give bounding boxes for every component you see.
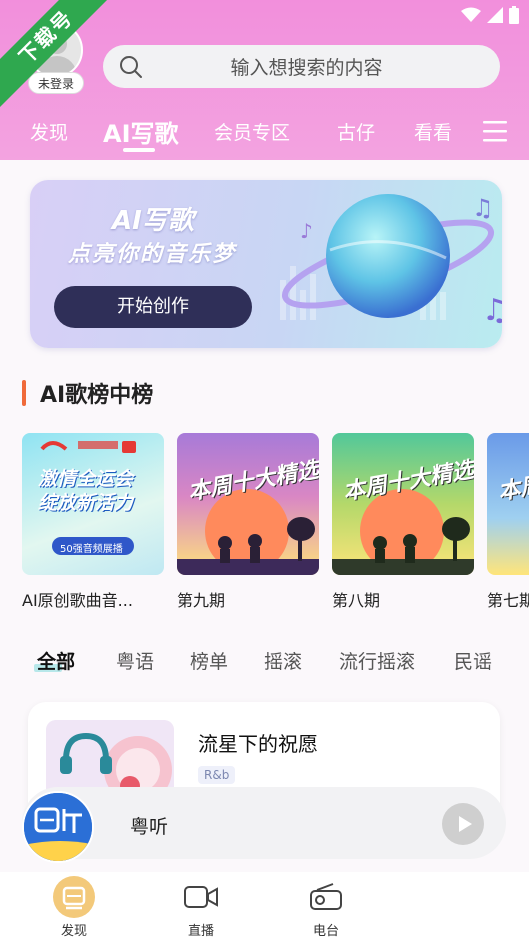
svg-text:♪: ♪ (300, 219, 313, 243)
card-cover: 激情全运会 绽放新活力 50强音频展播 (22, 433, 164, 575)
card-cover: 本周十大精选 (177, 433, 319, 575)
top-tabs: 发现 AI写歌 会员专区 古仔 看看 (0, 112, 529, 152)
genre-tab-folk[interactable]: 民谣 (454, 647, 492, 674)
svg-text:♫: ♫ (472, 194, 494, 222)
tab-ai-write-song[interactable]: AI写歌 (103, 114, 179, 149)
card-label: 第九期 (177, 591, 226, 610)
wifi-icon (461, 7, 481, 22)
card-label: AI原创歌曲音... (22, 591, 133, 610)
search-icon (120, 55, 142, 78)
song-title: 流星下的祝愿 (198, 732, 318, 756)
bottom-nav: 发现 直播 电台 (0, 872, 529, 942)
nav-discover[interactable]: 发现 (44, 876, 104, 939)
song-genre-tag: R&b (198, 766, 236, 784)
play-icon (459, 816, 472, 832)
section-header: AI歌榜中榜 (22, 378, 153, 408)
ai-write-banner[interactable]: ♫ ♪ ♫ AI写歌 点亮你的音乐梦 开始创作 (30, 180, 502, 348)
yueting-logo-icon (24, 793, 92, 861)
svg-text:♫: ♫ (482, 293, 502, 328)
search-input[interactable]: 输入想搜索的内容 (103, 45, 500, 88)
login-status-label[interactable]: 未登录 (28, 72, 84, 94)
card-label: 第八期 (332, 591, 381, 610)
genre-tab-charts[interactable]: 榜单 (190, 647, 228, 674)
chart-card[interactable]: 本周十大精选 第七期 (487, 433, 529, 611)
station-logo (22, 791, 94, 863)
card-cover-text: 本周十大精选 (496, 457, 529, 506)
nav-radio[interactable]: 电台 (296, 876, 356, 939)
chart-card-row: 激情全运会 绽放新活力 50强音频展播 AI原创歌曲音... 本周十大精选 第九… (0, 433, 529, 613)
start-create-button[interactable]: 开始创作 (54, 286, 252, 328)
tab-vip-zone[interactable]: 会员专区 (214, 118, 290, 145)
chart-card[interactable]: 本周十大精选 第九期 (177, 433, 319, 611)
nav-label: 直播 (187, 924, 214, 939)
player-station-name: 粤听 (130, 816, 169, 838)
card-cover-text: 激情全运会 绽放新活力 (38, 468, 134, 514)
video-camera-icon (180, 876, 222, 918)
nav-label: 发现 (60, 924, 87, 939)
genre-tabs: 全部 粤语 榜单 摇滚 流行摇滚 民谣 (0, 640, 529, 680)
search-placeholder: 输入想搜索的内容 (230, 57, 383, 79)
planet-illustration: ♫ ♪ ♫ (280, 194, 502, 328)
section-title: AI歌榜中榜 (40, 383, 154, 408)
genre-tab-cantonese[interactable]: 粤语 (116, 647, 154, 674)
mini-player[interactable]: 粤听 (22, 787, 506, 863)
signal-icon (487, 7, 503, 23)
discover-icon (53, 876, 95, 918)
chart-card[interactable]: 本周十大精选 第八期 (332, 433, 474, 611)
battery-icon (509, 6, 519, 24)
card-cover: 本周十大精选 (332, 433, 474, 575)
play-button[interactable] (442, 803, 484, 845)
tab-watch[interactable]: 看看 (414, 118, 452, 145)
tab-guzai[interactable]: 古仔 (337, 118, 375, 145)
status-bar (461, 6, 519, 24)
radio-icon (305, 876, 347, 918)
active-tab-indicator (123, 148, 155, 152)
nav-live[interactable]: 直播 (171, 876, 231, 939)
tab-discover[interactable]: 发现 (30, 118, 68, 145)
chart-card[interactable]: 激情全运会 绽放新活力 50强音频展播 AI原创歌曲音... (22, 433, 164, 611)
genre-tab-pop-rock[interactable]: 流行摇滚 (339, 647, 415, 674)
section-accent-bar (22, 380, 26, 406)
banner-subtitle: 点亮你的音乐梦 (68, 242, 237, 267)
genre-tab-all[interactable]: 全部 (37, 647, 75, 674)
card-cover-subtext: 50强音频展播 (60, 544, 123, 555)
genre-tab-rock[interactable]: 摇滚 (264, 647, 302, 674)
card-label: 第七期 (487, 591, 529, 610)
card-cover: 本周十大精选 (487, 433, 529, 575)
banner-title: AI写歌 (112, 206, 194, 236)
menu-icon[interactable] (483, 120, 507, 142)
nav-label: 电台 (312, 924, 339, 939)
